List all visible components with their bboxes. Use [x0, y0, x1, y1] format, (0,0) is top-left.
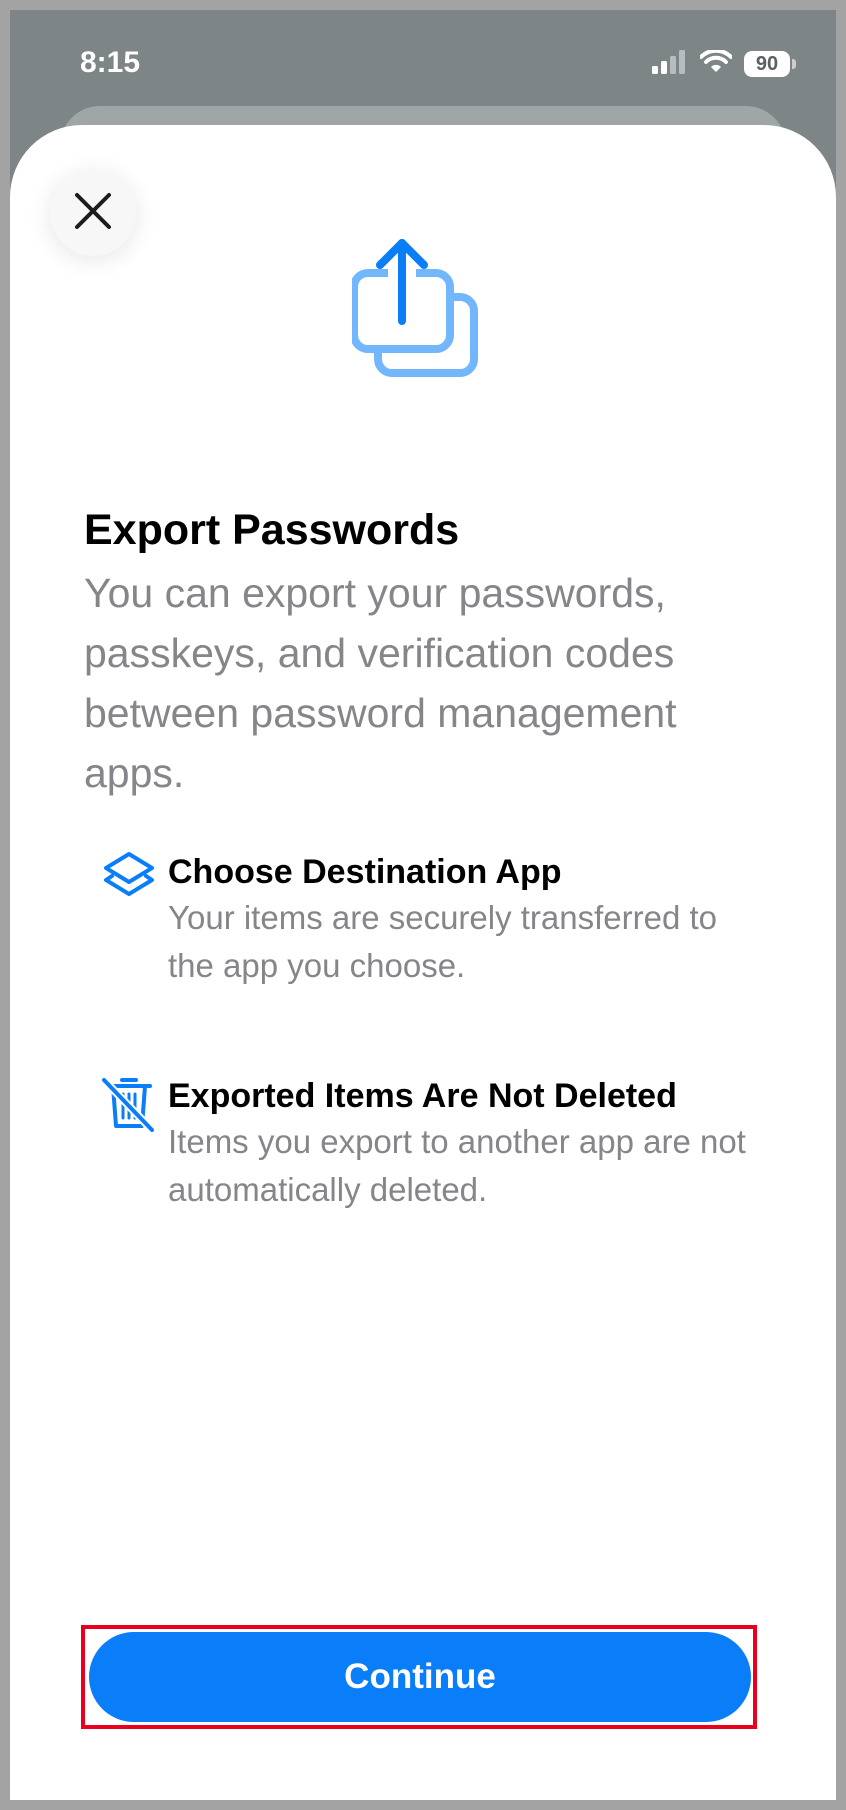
phone-screen: 8:15 90 Export Passwords You can export … — [10, 10, 836, 1800]
page-subtitle: You can export your passwords, passkeys,… — [84, 570, 677, 796]
continue-button-highlight: Continue — [81, 1625, 757, 1729]
page-title: Export Passwords — [84, 506, 460, 554]
feature-description: Items you export to another app are not … — [168, 1123, 746, 1208]
status-time: 8:15 — [80, 46, 141, 79]
close-button[interactable] — [50, 170, 136, 256]
cellular-signal-icon — [652, 49, 688, 79]
status-icons: 90 — [652, 44, 796, 84]
status-bar: 8:15 90 — [10, 10, 836, 110]
battery-icon: 90 — [744, 51, 796, 77]
feature-title: Exported Items Are Not Deleted — [168, 1077, 677, 1115]
export-passwords-sheet: Export Passwords You can export your pas… — [10, 125, 836, 1800]
battery-level: 90 — [744, 51, 790, 77]
trash-slash-icon — [100, 1074, 158, 1134]
continue-button[interactable]: Continue — [89, 1632, 751, 1722]
layers-icon — [100, 850, 158, 908]
share-export-icon — [350, 235, 492, 385]
feature-title: Choose Destination App — [168, 853, 562, 891]
wifi-icon — [699, 48, 733, 79]
feature-description: Your items are securely transferred to t… — [168, 899, 718, 984]
close-icon — [73, 191, 113, 236]
